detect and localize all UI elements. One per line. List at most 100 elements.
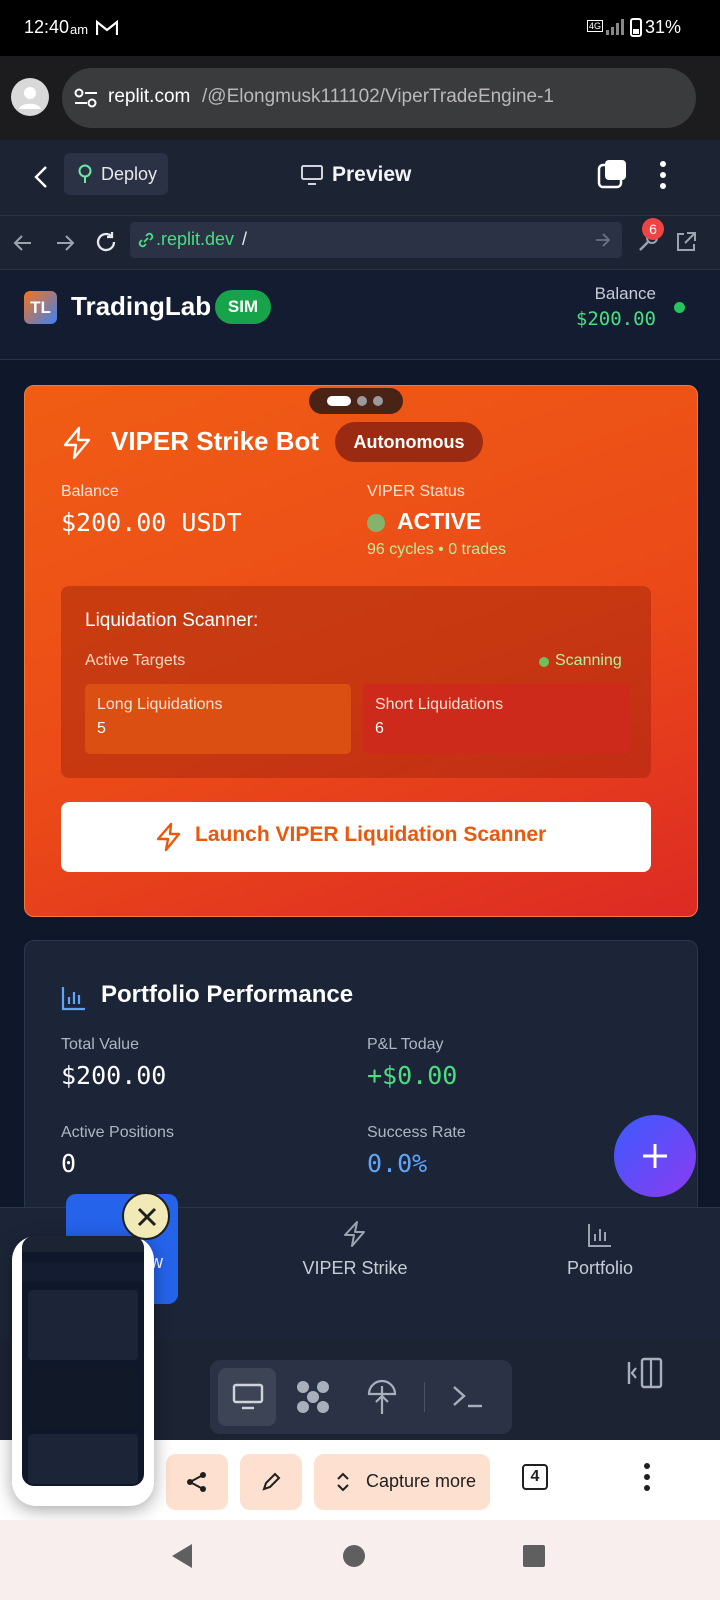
scanner-title: Liquidation Scanner:: [85, 610, 259, 631]
carousel-dot-active: [327, 396, 351, 406]
tabs-icon[interactable]: [596, 158, 628, 190]
long-liquidations-box: Long Liquidations 5: [85, 684, 351, 754]
nav-back-triangle-icon[interactable]: [170, 1542, 194, 1570]
gmail-icon: [96, 19, 118, 35]
scanning-dot: [539, 657, 549, 667]
layout-toggle-icon[interactable]: [626, 1356, 664, 1390]
screenshot-more-icon[interactable]: [642, 1462, 652, 1492]
tab-count-button[interactable]: 4: [522, 1464, 548, 1490]
nav-recents-icon[interactable]: [522, 1544, 546, 1568]
nav-home-icon[interactable]: [342, 1544, 366, 1568]
open-external-icon[interactable]: [674, 230, 698, 254]
long-liquidations-value: 5: [97, 720, 106, 737]
more-options-icon[interactable]: [658, 160, 668, 190]
browser-bar: replit.com /@Elongmusk111102/ViperTradeE…: [0, 56, 720, 140]
bottom-nav-item-portfolio[interactable]: Portfolio: [530, 1218, 670, 1298]
share-button[interactable]: [166, 1454, 228, 1510]
nav-back-icon[interactable]: [12, 233, 34, 253]
header-balance-value: $200.00: [575, 308, 656, 330]
viper-status-value: ACTIVE: [397, 508, 482, 534]
preview-title: Preview: [332, 163, 412, 186]
deploy-button[interactable]: Deploy: [64, 153, 168, 195]
pnl-value: +$0.00: [367, 1061, 458, 1090]
deploy-icon: [78, 164, 92, 183]
link-icon: [138, 232, 154, 248]
bottom-nav-label: VIPER Strike: [302, 1258, 408, 1278]
app-header: TL TradingLab SIM Balance $200.00: [0, 270, 720, 360]
app-name: TradingLab: [71, 291, 212, 321]
long-liquidations-label: Long Liquidations: [97, 696, 223, 713]
lightning-icon: [344, 1221, 365, 1247]
carousel-indicator[interactable]: [309, 388, 403, 414]
bottom-nav-item-viper-strike[interactable]: VIPER Strike: [280, 1218, 430, 1298]
packages-icon[interactable]: [294, 1378, 332, 1416]
status-bar: 12:40 am 4G 31%: [0, 0, 720, 56]
total-value: $200.00: [61, 1061, 167, 1090]
carousel-dot: [373, 396, 383, 406]
launch-scanner-button[interactable]: Launch VIPER Liquidation Scanner: [61, 802, 651, 872]
portfolio-title: Portfolio Performance: [101, 981, 354, 1008]
capture-more-label: Capture more: [366, 1471, 477, 1491]
screenshot-preview-image: [22, 1236, 144, 1486]
active-positions-label: Active Positions: [61, 1124, 174, 1141]
url-domain: replit.com: [108, 86, 191, 107]
person-icon: [19, 87, 41, 109]
battery-percent: 31%: [645, 17, 682, 37]
edit-button[interactable]: [240, 1454, 302, 1510]
monitor-icon: [232, 1383, 264, 1410]
viper-balance-label: Balance: [61, 483, 119, 500]
expand-icon: [337, 1472, 349, 1492]
carousel-dot: [357, 396, 367, 406]
reload-icon[interactable]: [94, 230, 118, 254]
site-settings-icon[interactable]: [74, 87, 98, 109]
status-ampm: am: [70, 22, 89, 37]
signal-icon: [606, 19, 624, 35]
sim-badge: SIM: [215, 290, 271, 324]
viper-title: VIPER Strike Bot: [111, 426, 320, 456]
back-chevron-icon[interactable]: [32, 164, 50, 190]
short-liquidations-label: Short Liquidations: [375, 696, 504, 713]
online-indicator: [674, 302, 685, 313]
add-fab-button[interactable]: [614, 1115, 696, 1197]
preview-url-domain: .replit.dev: [156, 229, 235, 249]
battery-icon: [630, 18, 642, 37]
preview-tool-button[interactable]: [218, 1368, 276, 1426]
url-path: /@Elongmusk111102/ViperTradeEngine-1: [202, 86, 555, 107]
shell-icon[interactable]: [450, 1382, 484, 1412]
active-targets-label: Active Targets: [85, 652, 186, 669]
plus-icon: [643, 1144, 667, 1168]
success-rate-label: Success Rate: [367, 1124, 466, 1141]
profile-avatar[interactable]: [11, 78, 49, 116]
lightning-icon: [156, 822, 181, 852]
preview-url-field[interactable]: .replit.dev /: [130, 222, 622, 258]
close-icon: [137, 1207, 157, 1227]
nav-forward-icon[interactable]: [54, 233, 76, 253]
active-positions-value: 0: [61, 1149, 77, 1178]
address-bar[interactable]: replit.com /@Elongmusk111102/ViperTradeE…: [62, 68, 696, 128]
short-liquidations-value: 6: [375, 720, 384, 737]
pencil-icon: [262, 1472, 281, 1491]
pnl-label: P&L Today: [367, 1036, 444, 1053]
screenshot-thumbnail-card[interactable]: [12, 1236, 154, 1506]
deploy-label: Deploy: [101, 164, 158, 184]
bar-chart-icon: [588, 1224, 611, 1247]
viper-status-label: VIPER Status: [367, 483, 465, 500]
go-arrow-icon[interactable]: [594, 232, 612, 248]
share-icon: [187, 1472, 206, 1492]
deploy-icon[interactable]: [366, 1376, 398, 1416]
total-value-label: Total Value: [61, 1036, 139, 1053]
scanning-label: Scanning: [555, 652, 622, 669]
replit-header: Deploy Preview: [0, 140, 720, 216]
preview-nav-bar: .replit.dev / 6: [0, 216, 720, 270]
status-time: 12:40: [24, 17, 70, 37]
trading-app: TL TradingLab SIM Balance $200.00 VIPER …: [0, 270, 720, 1340]
cycles-text: 96 cycles • 0 trades: [367, 541, 506, 558]
capture-more-button[interactable]: Capture more: [314, 1454, 490, 1510]
short-liquidations-box: Short Liquidations 6: [363, 684, 629, 754]
monitor-icon: [301, 165, 323, 185]
close-thumbnail-button[interactable]: [122, 1192, 170, 1240]
app-logo: TL: [24, 291, 57, 324]
preview-url-path: /: [242, 229, 248, 249]
success-rate-value: 0.0%: [367, 1149, 428, 1178]
launch-scanner-label: Launch VIPER Liquidation Scanner: [195, 823, 547, 846]
